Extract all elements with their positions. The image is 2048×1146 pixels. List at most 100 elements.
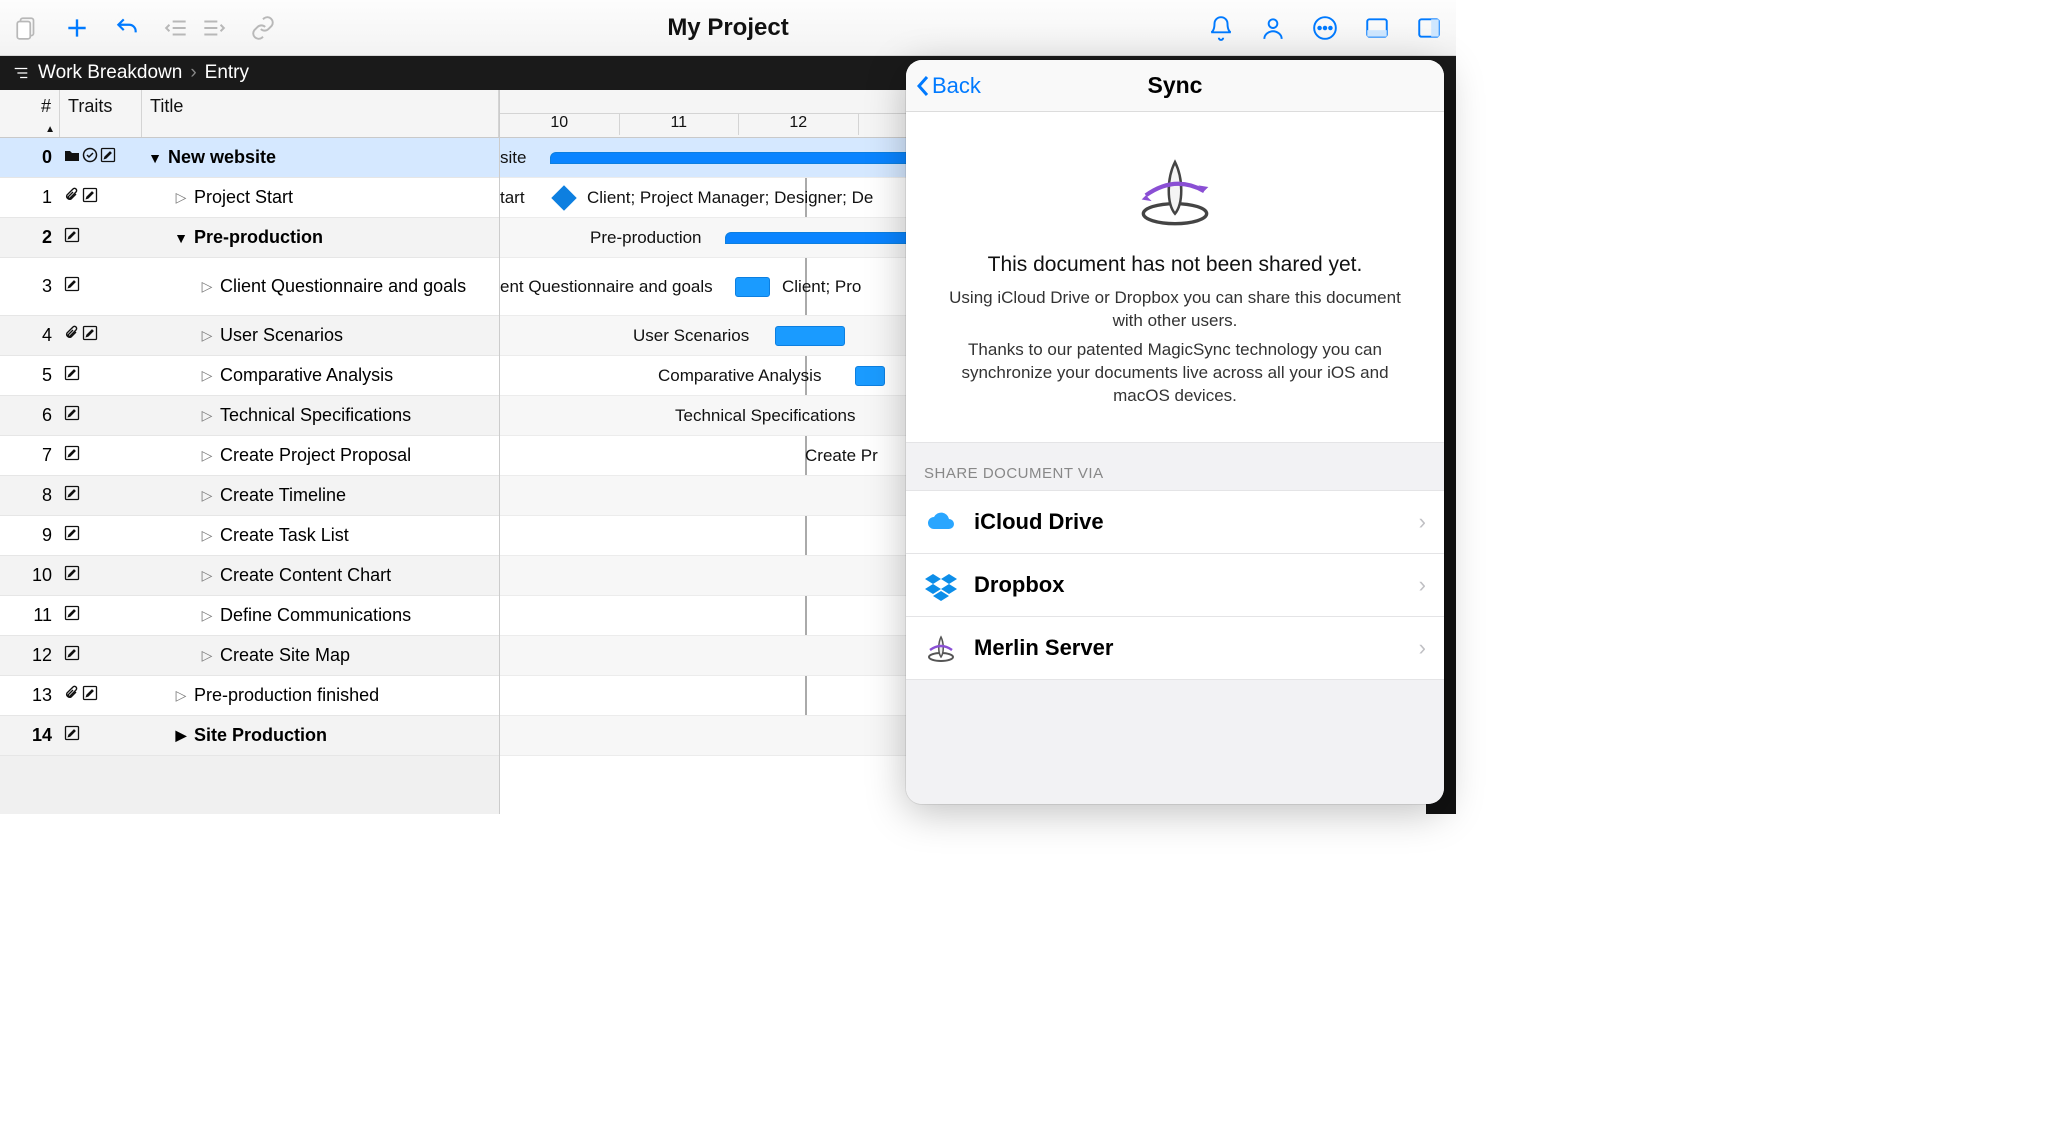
gantt-label: Create Pr	[805, 446, 878, 466]
add-icon[interactable]	[62, 13, 92, 43]
task-row[interactable]: 12▷Create Site Map	[0, 636, 499, 676]
sync-popover: Back Sync This document has not been sha…	[906, 60, 1444, 804]
col-traits[interactable]: Traits	[60, 90, 142, 137]
share-option-merlin[interactable]: Merlin Server›	[906, 617, 1444, 680]
row-number: 9	[0, 525, 60, 546]
disclosure-icon[interactable]: ▷	[200, 607, 214, 624]
col-title[interactable]: Title	[142, 90, 499, 137]
task-row[interactable]: 9▷Create Task List	[0, 516, 499, 556]
more-icon[interactable]	[1310, 13, 1340, 43]
disclosure-icon[interactable]: ▶	[174, 727, 188, 744]
gantt-bar[interactable]	[735, 277, 770, 297]
row-traits	[60, 187, 142, 208]
gantt-label: Technical Specifications	[675, 406, 855, 426]
task-row[interactable]: 0▼New website	[0, 138, 499, 178]
disclosure-icon[interactable]: ▷	[200, 487, 214, 504]
gantt-assignees: Client; Pro	[782, 277, 861, 297]
row-title-cell: ▷Create Timeline	[142, 485, 499, 506]
gantt-bar[interactable]	[550, 152, 950, 164]
task-row[interactable]: 13▷Pre-production finished	[0, 676, 499, 716]
row-title-cell: ▼ Pre-production	[142, 227, 499, 248]
task-row[interactable]: 2 ▼ Pre-production	[0, 218, 499, 258]
disclosure-icon[interactable]: ▷	[200, 407, 214, 424]
edit-icon	[82, 325, 98, 346]
disclosure-icon[interactable]: ▷	[200, 567, 214, 584]
edit-icon	[64, 565, 80, 586]
task-row[interactable]: 7▷Create Project Proposal	[0, 436, 499, 476]
task-row[interactable]: 4▷User Scenarios	[0, 316, 499, 356]
left-panel-icon[interactable]	[1362, 13, 1392, 43]
disclosure-icon[interactable]: ▷	[200, 527, 214, 544]
share-option-icloud[interactable]: iCloud Drive›	[906, 490, 1444, 554]
task-row[interactable]: 8▷Create Timeline	[0, 476, 499, 516]
task-title: Pre-production	[194, 227, 323, 248]
milestone-icon[interactable]	[551, 185, 576, 210]
disclosure-icon[interactable]: ▷	[174, 687, 188, 704]
disclosure-icon[interactable]: ▼	[148, 150, 162, 166]
disclosure-icon[interactable]: ▷	[200, 278, 214, 295]
outdent-icon[interactable]	[162, 13, 192, 43]
gantt-label: ent Questionnaire and goals	[500, 277, 713, 297]
undo-icon[interactable]	[112, 13, 142, 43]
task-title: Project Start	[194, 187, 293, 208]
dropbox-icon	[924, 568, 958, 602]
disclosure-icon[interactable]: ▷	[200, 447, 214, 464]
task-title: New website	[168, 147, 276, 168]
icloud-icon	[924, 505, 958, 539]
task-row[interactable]: 3▷Client Questionnaire and goals	[0, 258, 499, 316]
row-number: 2	[0, 227, 60, 248]
task-title: Comparative Analysis	[220, 365, 393, 386]
toolbar: My Project	[0, 0, 1456, 56]
task-row[interactable]: 1▷Project Start	[0, 178, 499, 218]
gantt-bar[interactable]	[855, 366, 885, 386]
task-title: Technical Specifications	[220, 405, 411, 426]
disclosure-icon[interactable]: ▷	[174, 189, 188, 206]
documents-icon[interactable]	[12, 13, 42, 43]
row-number: 12	[0, 645, 60, 666]
row-traits	[60, 405, 142, 426]
row-traits	[60, 605, 142, 626]
edit-icon	[82, 187, 98, 208]
task-row[interactable]: 5▷Comparative Analysis	[0, 356, 499, 396]
row-title-cell: ▷Define Communications	[142, 605, 499, 626]
row-traits	[60, 645, 142, 666]
row-title-cell: ▼ New website	[142, 147, 499, 168]
task-title: Site Production	[194, 725, 327, 746]
row-number: 6	[0, 405, 60, 426]
indent-icon[interactable]	[198, 13, 228, 43]
edit-icon	[64, 725, 80, 746]
column-headers: # Traits Title	[0, 90, 499, 138]
col-number[interactable]: #	[0, 90, 60, 137]
edit-icon	[64, 605, 80, 626]
disclosure-icon[interactable]: ▷	[200, 647, 214, 664]
row-traits	[60, 725, 142, 746]
disclosure-icon[interactable]: ▼	[174, 230, 188, 246]
share-option-dropbox[interactable]: Dropbox›	[906, 554, 1444, 617]
task-row[interactable]: 10 ▷ Create Content Chart	[0, 556, 499, 596]
breadcrumb-level1[interactable]: Work Breakdown	[38, 62, 182, 84]
hierarchy-icon	[12, 64, 30, 82]
disclosure-icon[interactable]: ▷	[200, 327, 214, 344]
bell-icon[interactable]	[1206, 13, 1236, 43]
task-row[interactable]: 14▶Site Production	[0, 716, 499, 756]
breadcrumb-level2[interactable]: Entry	[205, 62, 249, 84]
gantt-label: Pre-production	[590, 228, 702, 248]
back-button[interactable]: Back	[916, 73, 981, 99]
edit-icon	[64, 227, 80, 248]
task-outline: # Traits Title 0▼New website1▷Project St…	[0, 90, 500, 814]
edit-icon	[64, 276, 80, 297]
disclosure-icon[interactable]: ▷	[200, 367, 214, 384]
row-number: 10	[0, 565, 60, 586]
gantt-bar[interactable]	[775, 326, 845, 346]
task-row[interactable]: 11▷Define Communications	[0, 596, 499, 636]
right-panel-icon[interactable]	[1414, 13, 1444, 43]
row-title-cell: ▶ Site Production	[142, 725, 499, 746]
task-row[interactable]: 6 ▷ Technical Specifications	[0, 396, 499, 436]
day-header: 12	[739, 114, 859, 135]
link-icon[interactable]	[248, 13, 278, 43]
chevron-right-icon: ›	[1419, 509, 1426, 535]
row-number: 3	[0, 276, 60, 297]
task-title: Create Content Chart	[220, 565, 391, 586]
check-icon	[82, 147, 98, 168]
user-icon[interactable]	[1258, 13, 1288, 43]
